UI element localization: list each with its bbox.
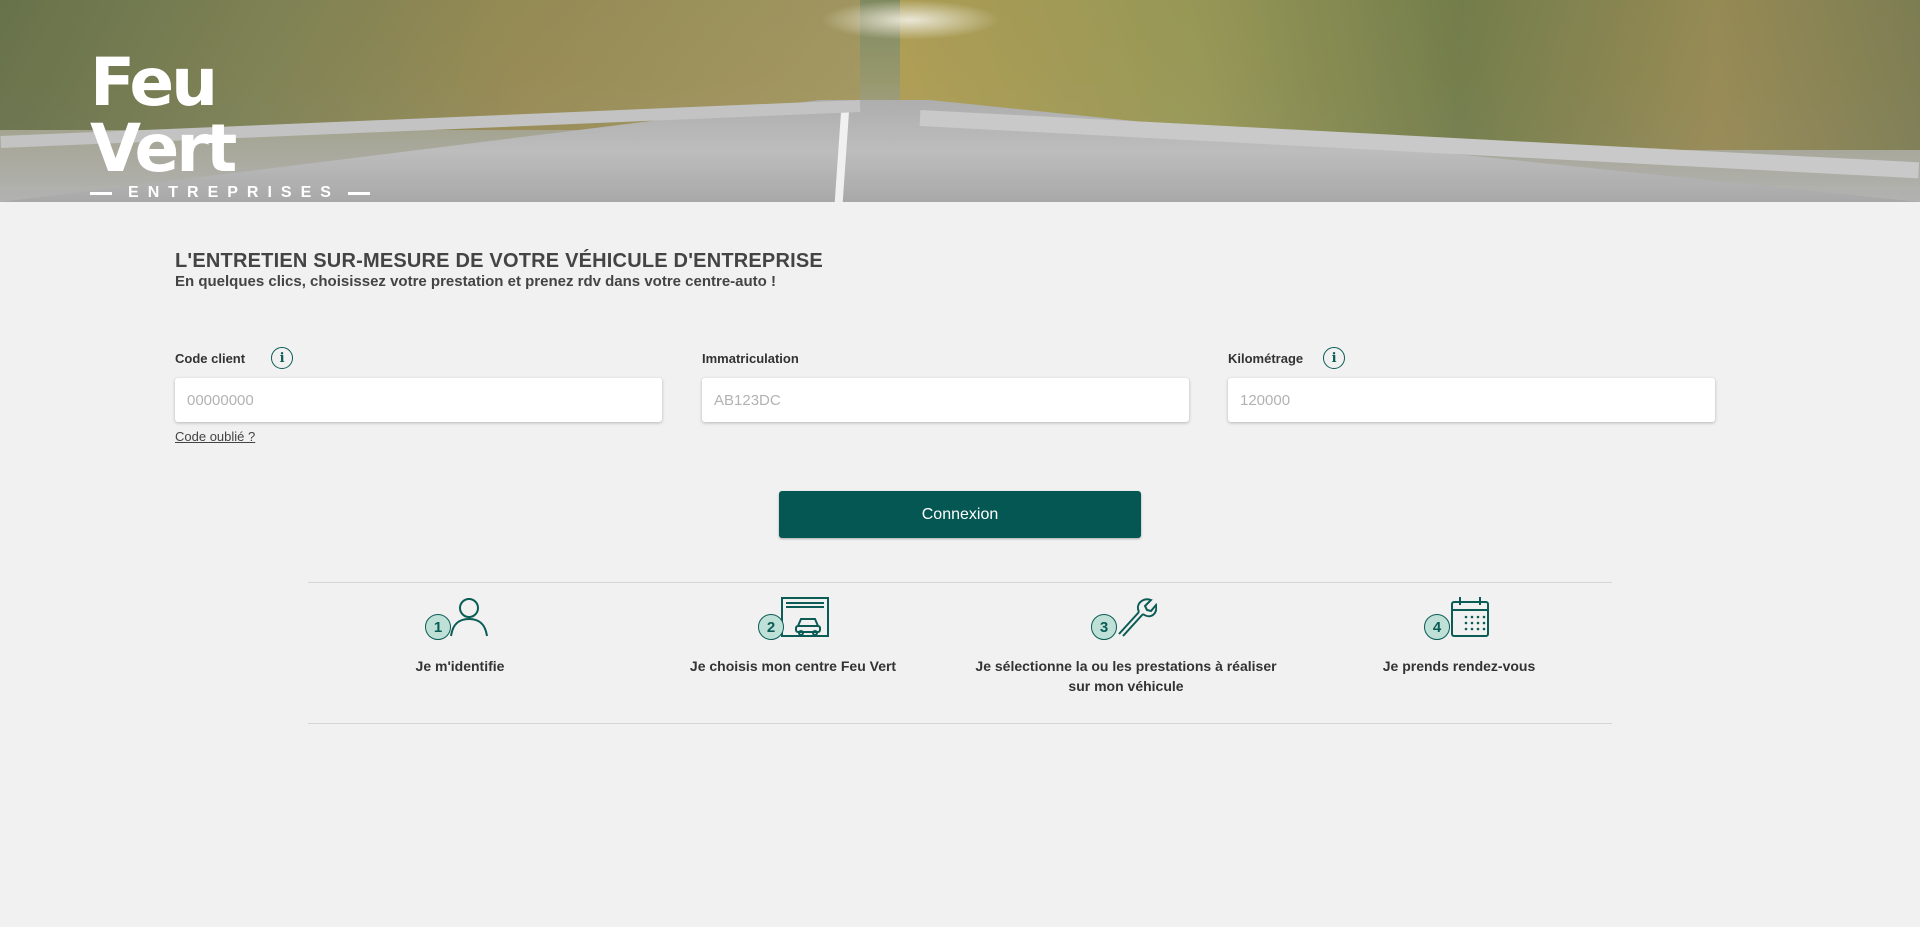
wrench-icon <box>1118 598 1157 637</box>
logo-subtitle: ENTREPRISES <box>128 184 340 201</box>
step-number: 3 <box>1091 614 1117 640</box>
step-label: Je prends rendez-vous <box>1382 658 1536 674</box>
client-code-field: Code client i <box>175 347 662 422</box>
forgot-code-link[interactable]: Code oublié ? <box>175 429 255 444</box>
step-identify: 1 Je m'identifie <box>300 596 620 676</box>
calendar-icon <box>1451 597 1489 637</box>
info-icon[interactable]: i <box>271 347 294 369</box>
page-title: L'ENTRETIEN SUR-MESURE DE VOTRE VÉHICULE… <box>175 250 823 272</box>
step-choose-center: 2 Je choisis mon centre Feu Vert <box>633 596 953 676</box>
divider-bottom <box>308 723 1612 724</box>
hero-banner: Feu Vert ENTREPRISES <box>0 0 1920 202</box>
step-select-service: 3 Je sélectionne la ou les prestations à… <box>966 596 1286 696</box>
connexion-button[interactable]: Connexion <box>779 491 1141 538</box>
step-number: 4 <box>1424 614 1450 640</box>
garage-car-icon <box>781 597 829 637</box>
plate-field: Immatriculation <box>702 347 1189 422</box>
client-code-label: Code client <box>175 350 246 366</box>
info-icon[interactable]: i <box>1323 347 1346 369</box>
mileage-label: Kilométrage <box>1228 350 1304 366</box>
page-subtitle: En quelques clics, choisissez votre pres… <box>175 273 777 290</box>
mileage-field: Kilométrage i <box>1228 347 1715 422</box>
client-code-input[interactable] <box>175 378 662 422</box>
user-icon <box>450 598 488 637</box>
step-label: Je m'identifie <box>415 658 505 674</box>
step-number: 2 <box>758 614 784 640</box>
plate-input[interactable] <box>702 378 1189 422</box>
feu-vert-logo[interactable]: Feu Vert ENTREPRISES <box>90 50 370 202</box>
step-label: Je sélectionne la ou les prestations à r… <box>975 658 1277 694</box>
step-label: Je choisis mon centre Feu Vert <box>689 658 897 674</box>
divider-top <box>308 582 1612 583</box>
logo-brand: Feu Vert <box>90 44 237 187</box>
step-number: 1 <box>425 614 451 640</box>
plate-label: Immatriculation <box>702 350 799 366</box>
mileage-input[interactable] <box>1228 378 1715 422</box>
step-book-appointment: 4 Je prends rendez-vous <box>1299 596 1619 676</box>
